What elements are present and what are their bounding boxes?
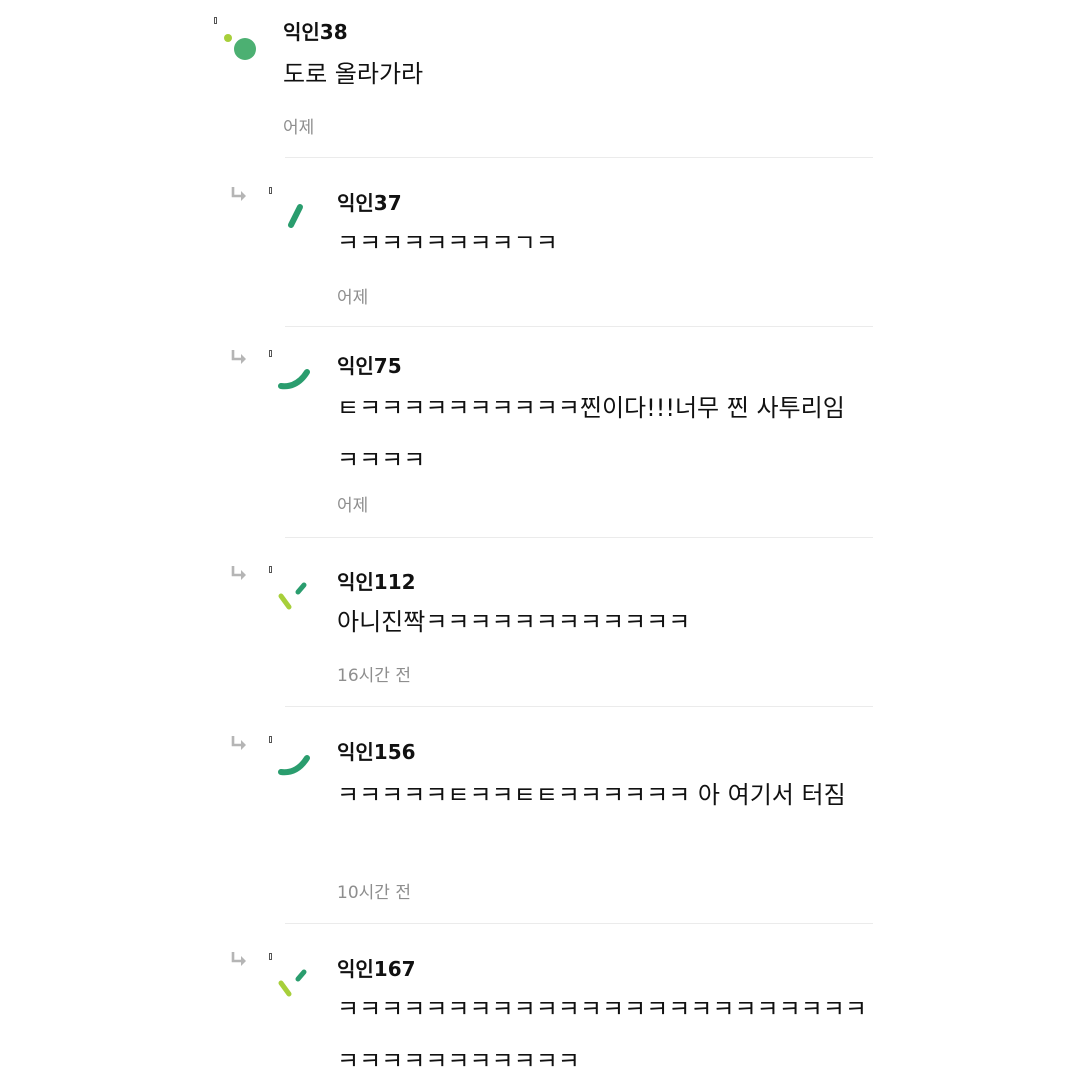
comment-nickname[interactable]: 익인38 [283, 16, 348, 45]
comment-time: 어제 [337, 288, 369, 308]
comment-nickname[interactable]: 익인167 [337, 953, 416, 982]
stroke-avatar-icon [278, 755, 310, 776]
reply-arrow-icon [231, 952, 246, 966]
reply-arrow-icon [231, 736, 246, 750]
dots-avatar-icon [224, 34, 256, 60]
reply-arrow-icon [231, 187, 246, 201]
divider [285, 537, 873, 538]
divider [285, 326, 873, 327]
reply-arrow-icon [231, 350, 246, 364]
box-icon [269, 187, 272, 194]
divider [285, 157, 873, 158]
box-icon [214, 17, 217, 24]
box-icon [269, 566, 272, 573]
comment-time: 10시간 전 [337, 883, 411, 903]
stroke-avatar-icon [278, 969, 307, 997]
comment-text: ㅌㅋㅋㅋㅋㅋㅋㅋㅋㅋㅋ찐이다!!!너무 찐 사투리임 ㅋㅋㅋㅋ [337, 394, 845, 474]
divider [285, 923, 873, 924]
comment-text: ㅋㅋㅋㅋㅋㅋㅋㅋㅋㅋㅋㅋㅋㅋㅋㅋㅋㅋㅋㅋㅋㅋㅋㅋㅋㅋㅋㅋㅋㅋㅋㅋㅋㅋㅋ [337, 995, 867, 1075]
comment-nickname[interactable]: 익인75 [337, 350, 402, 379]
comment-text: ㅋㅋㅋㅋㅋㅋㅋㅋㄱㅋ [337, 229, 558, 257]
comment-time: 16시간 전 [337, 666, 411, 686]
box-icon [269, 350, 272, 357]
comment-nickname[interactable]: 익인112 [337, 566, 416, 595]
box-icon [269, 953, 272, 960]
comment-text: 도로 올라가라 [283, 60, 424, 88]
comment-text: ㅋㅋㅋㅋㅋㅌㅋㅋㅌㅌㅋㅋㅋㅋㅋㅋ 아 여기서 터짐 [337, 781, 846, 809]
stroke-avatar-icon [278, 369, 310, 390]
comment-nickname[interactable]: 익인37 [337, 187, 402, 216]
reply-arrow-icon [231, 566, 246, 580]
comment-time: 어제 [337, 496, 369, 516]
divider [285, 706, 873, 707]
comment-nickname[interactable]: 익인156 [337, 736, 416, 765]
stroke-avatar-icon [278, 582, 307, 610]
comment-text: 아니진짝ㅋㅋㅋㅋㅋㅋㅋㅋㅋㅋㅋㅋ [337, 608, 691, 636]
comment-time: 어제 [283, 118, 315, 138]
stroke-avatar-icon [288, 204, 303, 228]
box-icon [269, 736, 272, 743]
